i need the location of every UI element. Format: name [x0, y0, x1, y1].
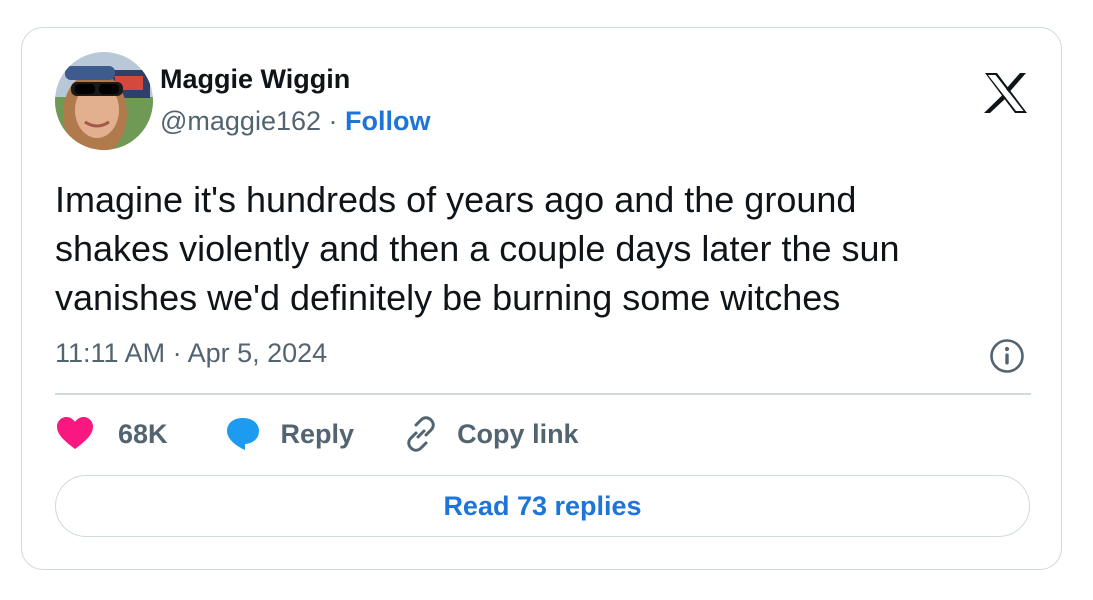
author-name[interactable]: Maggie Wiggin	[160, 64, 350, 95]
avatar-image	[55, 52, 153, 150]
avatar[interactable]	[55, 52, 153, 150]
link-icon	[407, 416, 435, 452]
like-count: 68K	[118, 418, 168, 449]
tweet-card: Maggie Wiggin @maggie162 · Follow Imagin…	[21, 27, 1062, 570]
handle-separator: ·	[321, 106, 346, 136]
heart-icon	[57, 417, 93, 449]
author-handle[interactable]: @maggie162	[160, 106, 321, 136]
tweet-text: Imagine it's hundreds of years ago and t…	[55, 179, 900, 318]
action-bar: 68K Reply Copy link	[55, 412, 579, 456]
like-button[interactable]: 68K	[55, 414, 168, 454]
author-handle-row: @maggie162 · Follow	[160, 106, 431, 137]
reply-button[interactable]: Reply	[223, 414, 355, 454]
divider	[55, 393, 1031, 395]
read-replies-button[interactable]: Read 73 replies	[55, 475, 1030, 537]
speech-bubble-icon	[226, 418, 259, 450]
reply-label: Reply	[280, 418, 355, 449]
x-logo-icon[interactable]	[983, 72, 1029, 114]
copy-link-button[interactable]: Copy link	[401, 414, 579, 454]
follow-button[interactable]: Follow	[345, 106, 430, 136]
tweet-timestamp[interactable]: 11:11 AM · Apr 5, 2024	[55, 338, 327, 369]
info-icon[interactable]	[989, 338, 1025, 374]
copy-link-label: Copy link	[457, 418, 579, 449]
